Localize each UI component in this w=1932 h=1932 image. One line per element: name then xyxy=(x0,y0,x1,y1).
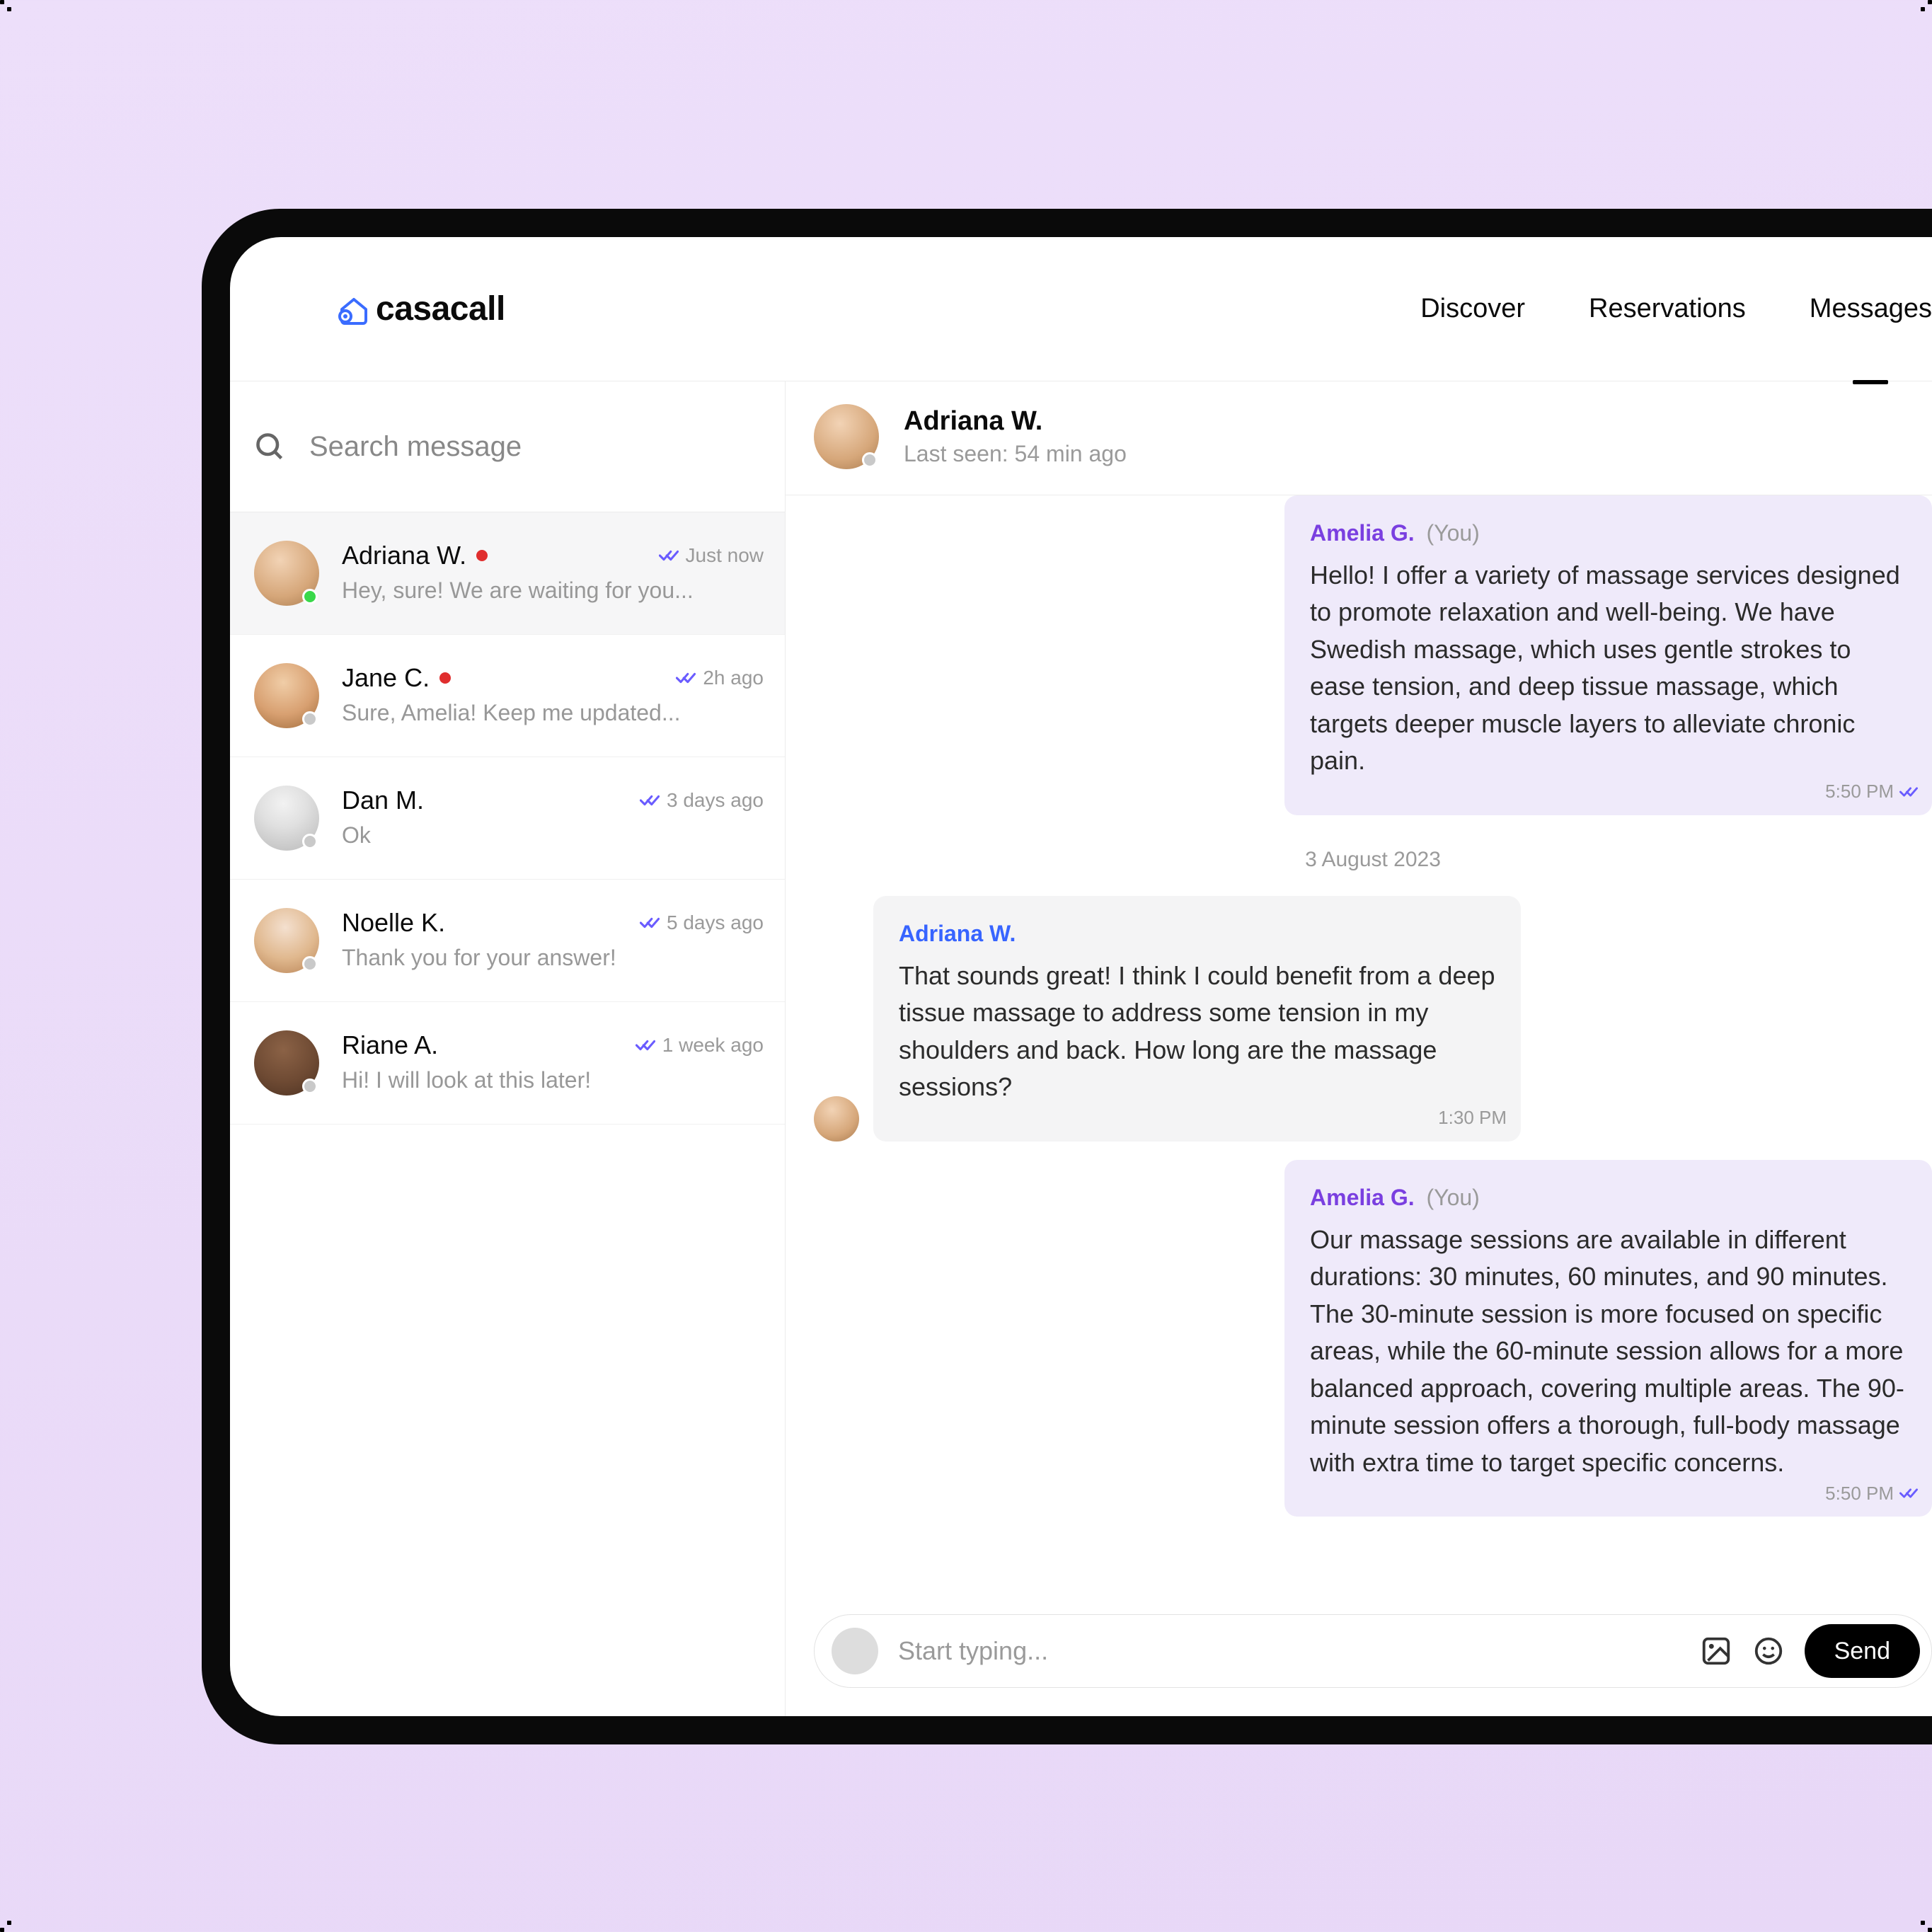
chat-body[interactable]: Amelia G. (You) Hello! I offer a variety… xyxy=(786,495,1932,1614)
conversation-preview: Ok xyxy=(342,822,764,849)
chat-header: Adriana W. Last seen: 54 min ago xyxy=(786,381,1932,495)
conversation-name: Adriana W. xyxy=(342,541,466,570)
presence-dot xyxy=(302,956,318,972)
search-icon xyxy=(254,431,285,462)
conversation-name: Noelle K. xyxy=(342,908,445,938)
conversation-item[interactable]: Adriana W. Just now Hey, sure! We are wa… xyxy=(230,512,785,635)
message-text: That sounds great! I think I could benef… xyxy=(899,958,1495,1106)
conversation-name: Riane A. xyxy=(342,1030,438,1060)
presence-dot xyxy=(302,834,318,849)
chat-title: Adriana W. xyxy=(904,406,1127,437)
chat-header-avatar xyxy=(814,404,879,469)
top-nav: Discover Reservations Messages xyxy=(1420,294,1932,324)
message-text: Our massage sessions are available in di… xyxy=(1310,1221,1907,1482)
conversation-sidebar: Adriana W. Just now Hey, sure! We are wa… xyxy=(230,381,786,1716)
search-row xyxy=(230,381,785,512)
search-input[interactable] xyxy=(309,431,757,463)
conversation-meta: 1 week ago xyxy=(636,1034,764,1057)
message-bubble: Amelia G. (You) Hello! I offer a variety… xyxy=(1284,495,1932,815)
conversation-meta: 2h ago xyxy=(676,667,764,689)
tablet-frame: casacall Discover Reservations Messages xyxy=(202,209,1932,1744)
message-bubble: Amelia G. (You) Our massage sessions are… xyxy=(1284,1160,1932,1517)
message-row: Amelia G. (You) Hello! I offer a variety… xyxy=(814,495,1932,815)
conversation-preview: Hi! I will look at this later! xyxy=(342,1067,764,1093)
conversation-time: 2h ago xyxy=(703,667,764,689)
nav-discover[interactable]: Discover xyxy=(1420,294,1525,324)
message-composer: Send xyxy=(814,1614,1932,1688)
read-checks-icon xyxy=(640,793,660,807)
presence-dot xyxy=(302,589,318,604)
message-text: Hello! I offer a variety of massage serv… xyxy=(1310,557,1907,780)
message-time: 5:50 PM xyxy=(1825,778,1918,805)
message-row: Amelia G. (You) Our massage sessions are… xyxy=(814,1160,1932,1517)
read-checks-icon xyxy=(636,1038,655,1052)
conversation-item[interactable]: Dan M. 3 days ago Ok xyxy=(230,757,785,880)
unread-dot xyxy=(476,550,488,561)
message-row: Adriana W. That sounds great! I think I … xyxy=(814,896,1932,1142)
avatar xyxy=(254,908,319,973)
presence-dot xyxy=(302,1079,318,1094)
read-checks-icon xyxy=(1899,786,1918,798)
chat-panel: Adriana W. Last seen: 54 min ago Amelia … xyxy=(786,381,1932,1716)
conversation-preview: Thank you for your answer! xyxy=(342,945,764,971)
nav-reservations[interactable]: Reservations xyxy=(1589,294,1746,324)
avatar xyxy=(254,541,319,606)
emoji-icon[interactable] xyxy=(1752,1635,1785,1667)
composer-input[interactable] xyxy=(898,1636,1680,1666)
conversation-item[interactable]: Noelle K. 5 days ago Thank you for your … xyxy=(230,880,785,1002)
conversation-time: 3 days ago xyxy=(667,789,764,812)
conversation-meta: 3 days ago xyxy=(640,789,764,812)
brand-logo[interactable]: casacall xyxy=(336,289,505,328)
message-avatar xyxy=(814,1096,859,1142)
message-time: 1:30 PM xyxy=(1438,1105,1507,1132)
conversation-meta: 5 days ago xyxy=(640,912,764,934)
image-icon[interactable] xyxy=(1700,1635,1732,1667)
conversation-name: Jane C. xyxy=(342,663,430,693)
avatar xyxy=(254,663,319,728)
conversation-item[interactable]: Jane C. 2h ago Sure, Amelia! Keep me upd… xyxy=(230,635,785,757)
chat-subtitle: Last seen: 54 min ago xyxy=(904,441,1127,467)
message-sender: Adriana W. xyxy=(899,917,1495,950)
date-divider: 3 August 2023 xyxy=(814,848,1932,872)
read-checks-icon xyxy=(676,671,696,685)
message-time: 5:50 PM xyxy=(1825,1480,1918,1507)
conversation-meta: Just now xyxy=(659,544,764,567)
message-bubble: Adriana W. That sounds great! I think I … xyxy=(873,896,1521,1142)
app-screen: casacall Discover Reservations Messages xyxy=(230,237,1932,1716)
app-header: casacall Discover Reservations Messages xyxy=(230,237,1932,381)
conversation-preview: Sure, Amelia! Keep me updated... xyxy=(342,700,764,726)
nav-messages[interactable]: Messages xyxy=(1810,294,1932,324)
read-checks-icon xyxy=(640,916,660,930)
read-checks-icon xyxy=(1899,1487,1918,1500)
conversation-list: Adriana W. Just now Hey, sure! We are wa… xyxy=(230,512,785,1716)
message-sender: Amelia G. (You) xyxy=(1310,1181,1907,1214)
avatar xyxy=(254,1030,319,1096)
read-checks-icon xyxy=(659,548,679,563)
conversation-time: Just now xyxy=(686,544,764,567)
presence-dot xyxy=(302,711,318,727)
conversation-time: 5 days ago xyxy=(667,912,764,934)
composer-avatar xyxy=(832,1628,878,1674)
message-sender: Amelia G. (You) xyxy=(1310,517,1907,550)
conversation-preview: Hey, sure! We are waiting for you... xyxy=(342,577,764,604)
conversation-item[interactable]: Riane A. 1 week ago Hi! I will look at t… xyxy=(230,1002,785,1125)
avatar xyxy=(254,786,319,851)
conversation-name: Dan M. xyxy=(342,786,424,815)
send-button[interactable]: Send xyxy=(1805,1624,1920,1678)
conversation-time: 1 week ago xyxy=(662,1034,764,1057)
logo-icon xyxy=(336,294,372,324)
unread-dot xyxy=(439,672,451,684)
brand-name: casacall xyxy=(376,289,505,328)
